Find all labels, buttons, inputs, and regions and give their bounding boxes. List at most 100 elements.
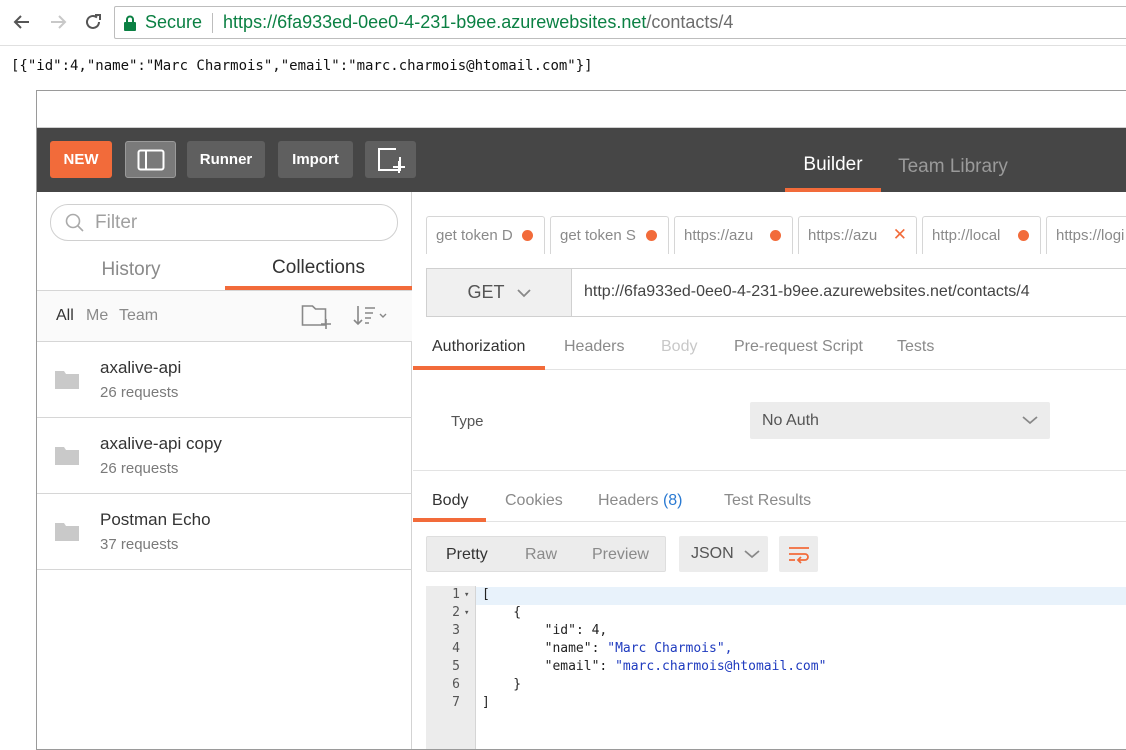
request-tabs: get token D get token S https://azu http… (413, 192, 1126, 267)
tab-builder[interactable]: Builder (785, 141, 881, 192)
line-number: 6 (452, 677, 460, 692)
request-tab-label: https://azu (808, 227, 878, 244)
tab-authorization[interactable]: Authorization (432, 338, 525, 356)
auth-type-value: No Auth (762, 411, 819, 429)
fold-arrow-icon[interactable]: ▾ (464, 590, 469, 600)
url-host: 6fa933ed-0ee0-4-231-b9ee.azurewebsites.n… (277, 12, 647, 32)
line-number: 7 (452, 695, 460, 710)
collection-count: 26 requests (100, 384, 179, 401)
json-value: "Marc Charmois", (607, 641, 733, 656)
chevron-down-icon (1022, 416, 1038, 425)
json-value: "marc.charmois@htomail.com" (615, 659, 827, 674)
window-titlebar (37, 91, 1126, 128)
collection-name: Postman Echo (100, 510, 211, 529)
back-icon[interactable] (9, 9, 35, 35)
json-key: "name" (544, 641, 592, 656)
tab-response-headers-label: Headers (598, 492, 659, 509)
tab-history[interactable]: History (37, 250, 225, 290)
active-tab-indicator (413, 518, 486, 522)
line-number: 5 (452, 659, 460, 674)
tab-tests[interactable]: Tests (897, 338, 934, 356)
auth-type-select[interactable]: No Auth (750, 402, 1050, 439)
collection-item[interactable]: Postman Echo 37 requests (37, 494, 412, 570)
url-input[interactable]: http://6fa933ed-0ee0-4-231-b9ee.azureweb… (584, 283, 1030, 301)
divider (413, 470, 1126, 471)
close-icon[interactable]: ✕ (893, 225, 907, 245)
view-pretty[interactable]: Pretty (446, 546, 488, 564)
chevron-down-icon (516, 288, 531, 297)
filter-box[interactable] (50, 204, 398, 241)
address-bar[interactable]: Secure https://6fa933ed-0ee0-4-231-b9ee.… (114, 6, 1126, 39)
filter-me[interactable]: Me (86, 307, 108, 325)
request-tab-active[interactable]: https://azu ✕ (798, 216, 917, 254)
url-path: /contacts/4 (646, 12, 734, 32)
unsaved-dot-icon (770, 230, 781, 241)
new-button[interactable]: NEW (50, 141, 112, 178)
address-divider (212, 12, 214, 33)
sort-icon[interactable] (353, 304, 389, 333)
filter-team[interactable]: Team (119, 307, 158, 325)
collection-filter-row: All Me Team (37, 290, 412, 342)
line-number: 4 (452, 641, 460, 656)
import-button[interactable]: Import (278, 141, 353, 178)
request-tab[interactable]: http://local (922, 216, 1041, 254)
folder-icon (55, 369, 79, 394)
request-tab[interactable]: https://azu (674, 216, 793, 254)
browser-toolbar: Secure https://6fa933ed-0ee0-4-231-b9ee.… (0, 0, 1126, 46)
request-tab[interactable]: get token D (426, 216, 545, 254)
toggle-sidebar-button[interactable] (125, 141, 176, 178)
tab-body[interactable]: Body (661, 338, 697, 356)
tab-team-library[interactable]: Team Library (893, 141, 1013, 192)
format-value: JSON (691, 545, 734, 562)
method-select[interactable]: GET (427, 269, 572, 316)
new-window-icon (377, 147, 405, 173)
tab-test-results[interactable]: Test Results (724, 492, 811, 510)
lock-icon (124, 15, 136, 31)
sidebar-icon (137, 149, 164, 170)
auth-type-label: Type (451, 413, 484, 430)
request-builder: get token D get token S https://azu http… (413, 192, 1126, 749)
response-body-editor[interactable]: 1 ▾ [2 ▾ {3 "id": 4, 4 "name": "Marc Charmoi… (426, 586, 1126, 749)
tab-pre-request-script[interactable]: Pre-request Script (734, 338, 863, 356)
view-raw[interactable]: Raw (525, 546, 557, 564)
view-preview[interactable]: Preview (592, 546, 649, 564)
forward-icon[interactable] (45, 9, 71, 35)
url-row: GET http://6fa933ed-0ee0-4-231-b9ee.azur… (426, 268, 1126, 317)
tab-collections[interactable]: Collections (225, 250, 412, 290)
wrap-icon (788, 547, 809, 564)
code-line: [ (482, 587, 490, 602)
request-tab[interactable]: get token S (550, 216, 669, 254)
collection-item[interactable]: axalive-api copy 26 requests (37, 418, 412, 494)
format-select[interactable]: JSON (679, 536, 768, 572)
fold-arrow-icon[interactable]: ▾ (464, 608, 469, 618)
wrap-lines-button[interactable] (779, 536, 818, 572)
new-window-button[interactable] (365, 141, 416, 178)
tab-response-body[interactable]: Body (432, 492, 468, 510)
tab-headers[interactable]: Headers (564, 338, 624, 356)
view-mode-group: Pretty Raw Preview (426, 536, 666, 572)
secure-indicator[interactable]: Secure (123, 12, 223, 33)
json-key: "email" (544, 659, 600, 674)
runner-button[interactable]: Runner (187, 141, 265, 178)
code-line: } (482, 677, 522, 692)
code-line: { (482, 605, 522, 620)
tab-response-headers[interactable]: Headers (8) (598, 492, 683, 510)
request-tab-label: get token S (560, 227, 636, 244)
reload-icon[interactable] (80, 9, 106, 35)
tab-cookies[interactable]: Cookies (505, 492, 563, 510)
line-number: 1 (452, 587, 460, 602)
search-icon (65, 213, 84, 232)
active-line-highlight (476, 587, 1126, 605)
collection-item[interactable]: axalive-api 26 requests (37, 342, 412, 418)
line-number: 3 (452, 623, 460, 638)
new-collection-icon[interactable] (301, 302, 333, 335)
folder-icon (55, 521, 79, 546)
request-tab[interactable]: https://logi (1046, 216, 1126, 254)
request-tab-label: https://azu (684, 227, 754, 244)
collection-count: 37 requests (100, 536, 179, 553)
unsaved-dot-icon (522, 230, 533, 241)
sidebar: History Collections All Me Team axalive-… (37, 192, 412, 749)
request-tab-label: https://logi (1056, 227, 1125, 244)
filter-all[interactable]: All (56, 307, 74, 325)
filter-input[interactable] (95, 211, 375, 234)
